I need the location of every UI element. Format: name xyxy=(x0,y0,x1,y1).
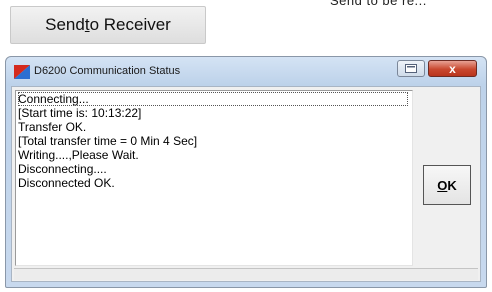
log-line[interactable]: Disconnected OK. xyxy=(18,176,412,190)
app-icon xyxy=(14,65,30,79)
log-line[interactable]: [Total transfer time = 0 Min 4 Sec] xyxy=(18,134,412,148)
ok-button[interactable]: OK xyxy=(423,165,471,205)
close-button[interactable]: x xyxy=(428,60,477,77)
send-button-label-end: o Receiver xyxy=(89,15,171,34)
log-line[interactable]: Writing....,Please Wait. xyxy=(18,148,412,162)
dialog-title: D6200 Communication Status xyxy=(34,65,181,77)
minimize-icon xyxy=(405,60,417,78)
dialog-titlebar[interactable]: D6200 Communication Status x xyxy=(6,57,486,85)
log-line[interactable]: Transfer OK. xyxy=(18,120,412,134)
log-line[interactable]: Connecting... xyxy=(18,92,408,106)
background-text-fragment: Send to be re... xyxy=(330,0,427,8)
ok-button-mnemonic: O xyxy=(437,177,448,193)
status-bar xyxy=(14,268,478,280)
log-line[interactable]: [Start time is: 10:13:22] xyxy=(18,106,412,120)
ok-button-label: K xyxy=(447,177,457,193)
dialog-client-area: Connecting... [Start time is: 10:13:22] … xyxy=(11,86,481,282)
minimize-button[interactable] xyxy=(397,60,425,77)
status-log-list[interactable]: Connecting... [Start time is: 10:13:22] … xyxy=(15,90,413,266)
communication-status-dialog: D6200 Communication Status x Connecting.… xyxy=(5,56,487,288)
send-button-label-start: Send xyxy=(45,15,85,34)
send-to-receiver-button[interactable]: Send to Receiver xyxy=(10,6,206,44)
log-line[interactable]: Disconnecting.... xyxy=(18,162,412,176)
close-icon: x xyxy=(449,61,456,76)
